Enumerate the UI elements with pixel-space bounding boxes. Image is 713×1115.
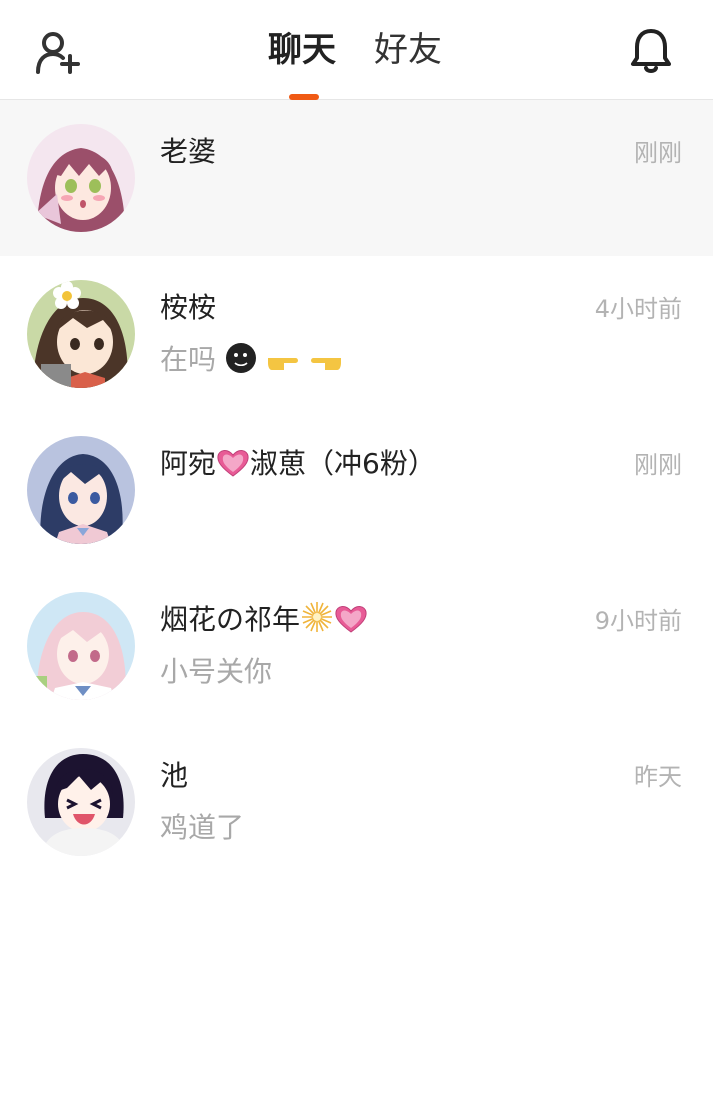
tab-chat[interactable]: 聊天 [268, 28, 336, 72]
timestamp: 刚刚 [634, 139, 682, 167]
avatar[interactable] [27, 592, 135, 700]
tab-bar: 聊天 好友 [0, 0, 713, 100]
timestamp: 4小时前 [594, 295, 682, 323]
avatar[interactable] [27, 280, 135, 388]
contact-name-part: 淑葸（冲6粉） [250, 447, 436, 480]
message-preview: 鸡道了 [160, 811, 245, 844]
pointing-right-icon [267, 358, 298, 370]
pink-heart-icon [335, 606, 367, 633]
avatar[interactable] [27, 436, 135, 544]
top-bar: 聊天 好友 [0, 0, 713, 100]
contact-name-text: 烟花の祁年 [160, 603, 301, 636]
avatar[interactable] [27, 124, 135, 232]
conversation-row[interactable]: 老婆 刚刚 [0, 100, 713, 256]
contact-name: 阿宛 淑葸（冲6粉） [160, 444, 436, 484]
preview-text: 在吗 [160, 343, 217, 376]
contact-name-part: 阿宛 [160, 447, 217, 480]
pink-heart-icon [217, 450, 249, 477]
conversation-row[interactable]: 烟花の祁年 小号关你 9小时前 [0, 568, 713, 724]
message-preview: 在吗 [160, 340, 343, 380]
pointing-left-icon [310, 358, 341, 370]
conversation-list: 老婆 刚刚 桉桉 在吗 4小时前 阿宛 淑葸（冲6粉） 刚刚 烟花の祁年 小号关… [0, 100, 713, 880]
bell-icon[interactable] [626, 26, 676, 76]
contact-name: 桉桉 [160, 291, 217, 324]
timestamp: 9小时前 [594, 607, 682, 635]
contact-name: 池 [160, 759, 189, 792]
timestamp: 刚刚 [634, 451, 682, 479]
contact-name: 老婆 [160, 135, 217, 168]
sparkler-icon [302, 602, 333, 632]
tab-friends[interactable]: 好友 [374, 28, 442, 72]
moon-face-icon [225, 343, 256, 373]
avatar[interactable] [27, 748, 135, 856]
contact-name: 烟花の祁年 [160, 600, 368, 640]
conversation-row[interactable]: 池 鸡道了 昨天 [0, 724, 713, 880]
conversation-row[interactable]: 桉桉 在吗 4小时前 [0, 256, 713, 412]
timestamp: 昨天 [634, 763, 682, 791]
conversation-row[interactable]: 阿宛 淑葸（冲6粉） 刚刚 [0, 412, 713, 568]
message-preview: 小号关你 [160, 655, 273, 688]
